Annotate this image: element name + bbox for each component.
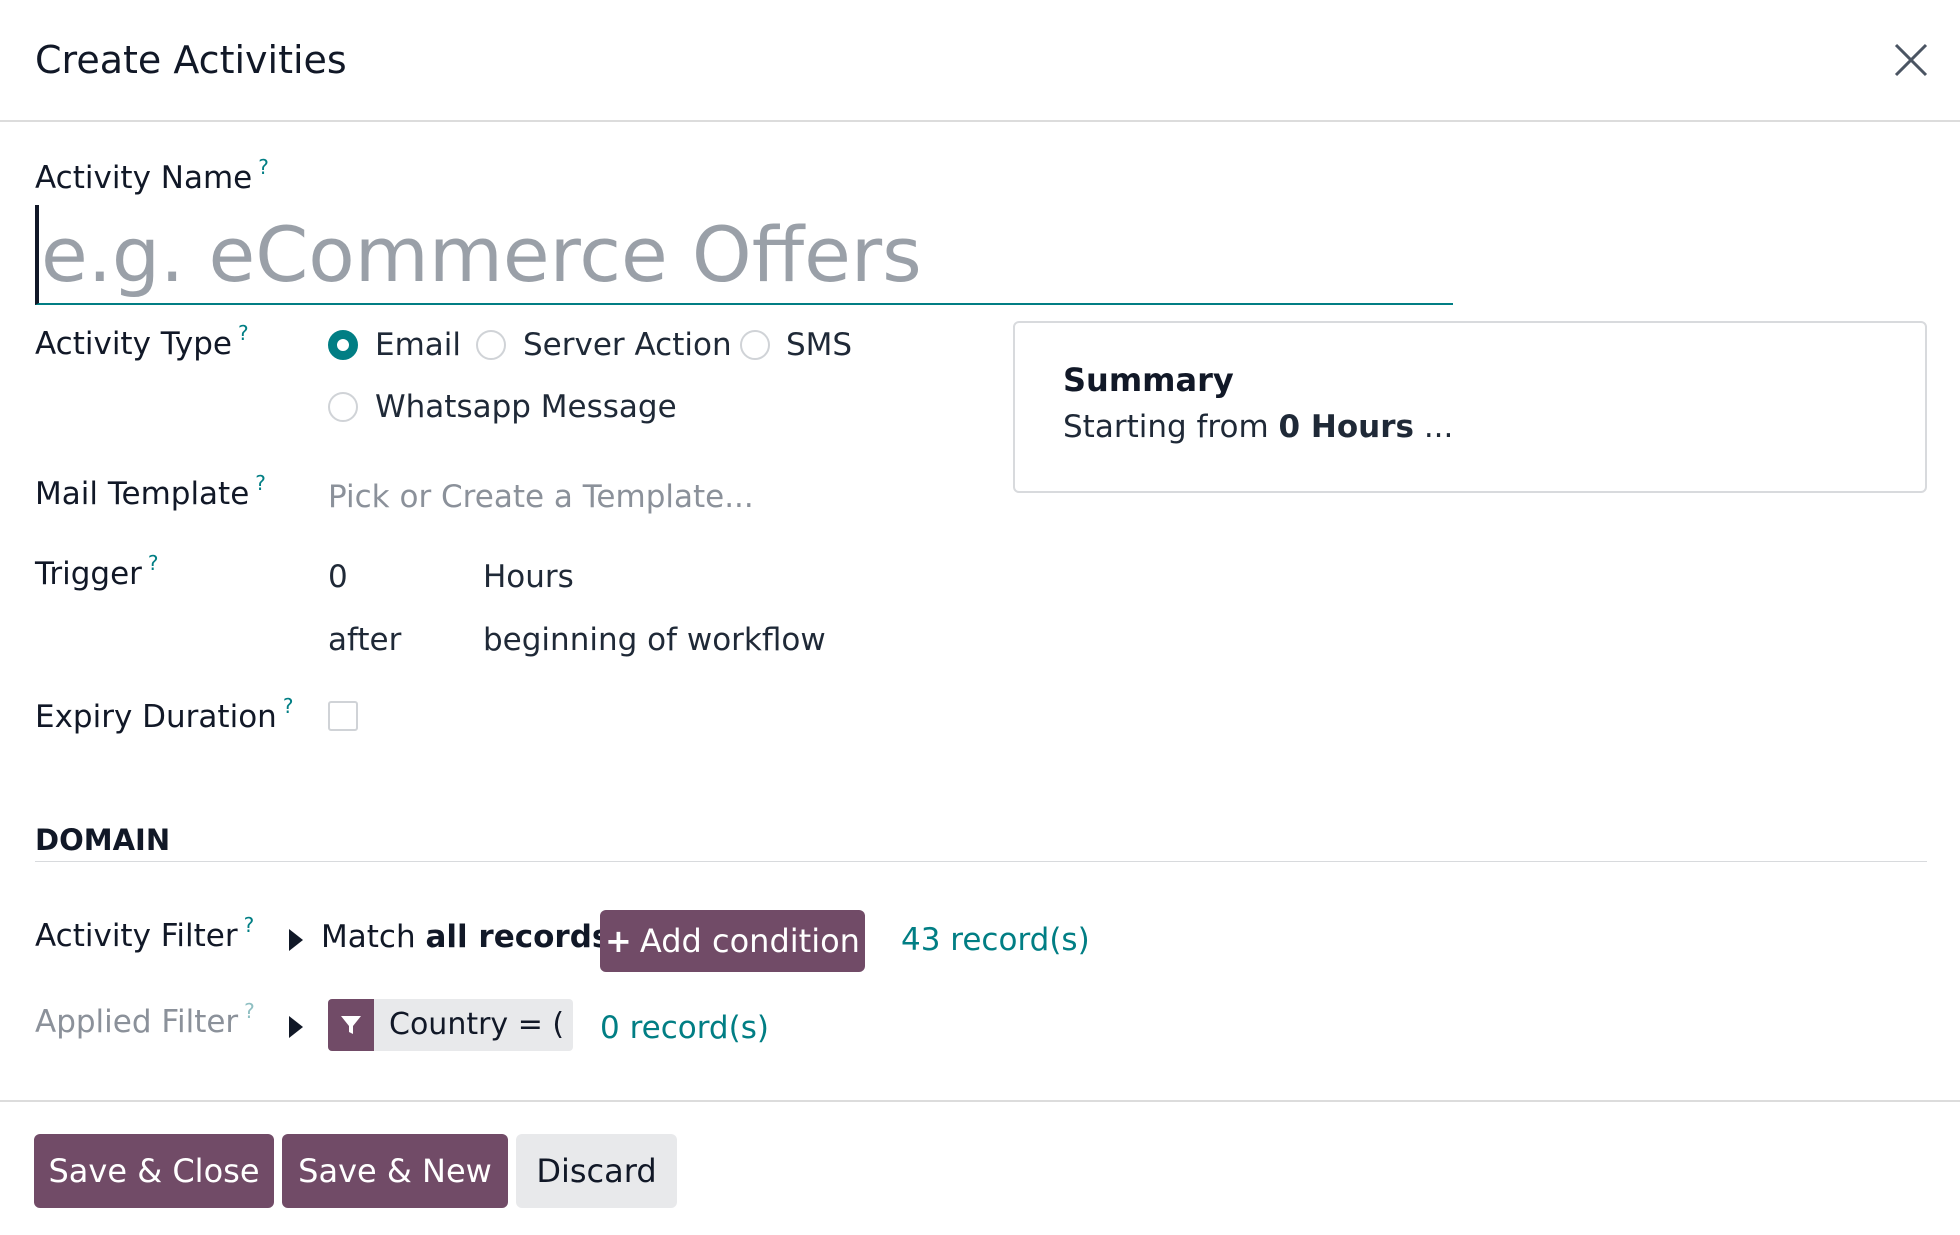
summary-text: Starting from 0 Hours ...: [1063, 409, 1454, 445]
dialog-title: Create Activities: [35, 38, 347, 82]
help-icon[interactable]: ?: [148, 551, 159, 575]
expand-caret-icon[interactable]: [289, 1016, 303, 1038]
expiry-duration-label: Expiry Duration?: [35, 694, 294, 735]
radio-sms[interactable]: [740, 330, 770, 360]
expiry-duration-checkbox[interactable]: [328, 701, 358, 731]
header-divider: [0, 120, 1960, 122]
summary-title: Summary: [1063, 361, 1234, 399]
activity-filter-label: Activity Filter?: [35, 913, 255, 954]
trigger-event-select[interactable]: beginning of workflow: [483, 622, 826, 658]
filter-icon: [328, 999, 374, 1051]
activity-type-label: Activity Type?: [35, 321, 249, 362]
footer-divider: [0, 1100, 1960, 1102]
mail-template-label: Mail Template?: [35, 471, 266, 512]
radio-sms-label[interactable]: SMS: [786, 327, 852, 363]
radio-server-action-label[interactable]: Server Action: [523, 327, 732, 363]
domain-divider: [35, 861, 1927, 862]
help-icon[interactable]: ?: [255, 471, 266, 495]
activity-name-label: Activity Name?: [35, 155, 269, 196]
filter-tag[interactable]: Country = ( ): [328, 999, 573, 1051]
applied-filter-label: Applied Filter?: [35, 999, 255, 1040]
radio-whatsapp[interactable]: [328, 392, 358, 422]
filter-tag-label: Country = ( ): [389, 1007, 573, 1042]
help-icon[interactable]: ?: [258, 155, 269, 179]
help-icon[interactable]: ?: [238, 321, 249, 345]
help-icon[interactable]: ?: [244, 913, 255, 937]
save-new-button[interactable]: Save & New: [282, 1134, 508, 1208]
radio-whatsapp-label[interactable]: Whatsapp Message: [375, 389, 677, 425]
trigger-interval-input[interactable]: 0: [328, 559, 348, 595]
activity-filter-records-link[interactable]: 43 record(s): [901, 922, 1090, 958]
trigger-unit-select[interactable]: Hours: [483, 559, 574, 595]
save-close-button[interactable]: Save & Close: [34, 1134, 274, 1208]
applied-filter-records-link[interactable]: 0 record(s): [600, 1010, 769, 1046]
close-icon[interactable]: [1893, 42, 1929, 78]
radio-email-label[interactable]: Email: [375, 327, 461, 363]
radio-server-action[interactable]: [476, 330, 506, 360]
summary-card: Summary Starting from 0 Hours ...: [1013, 321, 1927, 493]
add-condition-button[interactable]: + Add condition: [600, 910, 865, 972]
match-records-text: Match all records: [321, 919, 611, 955]
domain-section-title: DOMAIN: [35, 823, 171, 857]
radio-email[interactable]: [328, 330, 358, 360]
help-icon: ?: [244, 999, 255, 1023]
trigger-when-select[interactable]: after: [328, 622, 401, 658]
help-icon[interactable]: ?: [283, 694, 294, 718]
activity-name-input[interactable]: [35, 205, 1453, 305]
expand-caret-icon[interactable]: [289, 929, 303, 951]
trigger-label: Trigger?: [35, 551, 159, 592]
mail-template-input[interactable]: Pick or Create a Template...: [328, 479, 754, 515]
discard-button[interactable]: Discard: [516, 1134, 677, 1208]
plus-icon: +: [605, 922, 632, 960]
